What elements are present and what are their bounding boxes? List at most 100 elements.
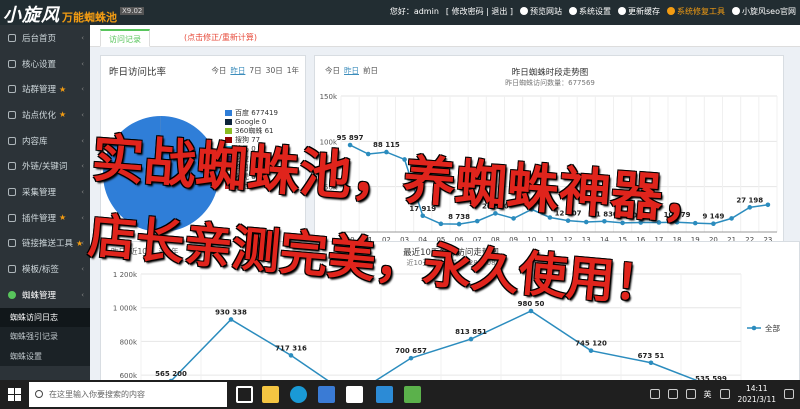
data-label: 745 120 bbox=[575, 340, 607, 348]
chevron-icon: ‹ bbox=[81, 85, 84, 94]
menu-icon bbox=[8, 239, 16, 248]
pie-slice bbox=[103, 116, 220, 232]
legend-swatch bbox=[225, 127, 232, 134]
recalculate-link[interactable]: (点击修正/重新计算) bbox=[176, 29, 265, 47]
data-point bbox=[692, 220, 698, 226]
sidebar-item[interactable]: 站点优化 ★ ‹ bbox=[0, 102, 90, 128]
sidebar-subitem[interactable]: 蜘蛛强引记录 bbox=[0, 327, 90, 347]
data-point bbox=[711, 221, 716, 227]
sidebar-item-label: 插件管理 bbox=[22, 213, 57, 224]
settings-link[interactable]: 系统设置 bbox=[569, 6, 611, 17]
top-bar: 小旋风 万能蜘蛛池 X9.02 您好：admin [ 修改密码 | 退出 ] 预… bbox=[0, 0, 800, 26]
task-view-icon[interactable] bbox=[236, 386, 253, 403]
store-icon[interactable] bbox=[318, 386, 335, 403]
taskbar-search-box[interactable]: 在这里输入你要搜索的内容 bbox=[29, 382, 227, 407]
data-point bbox=[347, 142, 353, 148]
sidebar-item[interactable]: 链接推送工具 ★ ‹ bbox=[0, 231, 90, 257]
file-explorer-icon[interactable] bbox=[262, 386, 279, 403]
sidebar-item-label: 蜘蛛管理 bbox=[22, 290, 57, 301]
data-label: 20 510 bbox=[482, 202, 509, 210]
data-point bbox=[420, 213, 426, 219]
data-label: 930 338 bbox=[215, 308, 247, 316]
sidebar-item[interactable]: 外链/关键词 ‹ bbox=[0, 153, 90, 179]
data-label: 11 830 bbox=[591, 210, 618, 218]
legend-item[interactable]: 百度 677419 bbox=[225, 108, 278, 117]
clock[interactable]: 14:11 2021/3/11 bbox=[738, 383, 776, 405]
sidebar-item-label: 外链/关键词 bbox=[22, 162, 68, 173]
sidebar-item[interactable]: 蜘蛛管理 ‹ bbox=[0, 282, 90, 308]
legend-marker bbox=[751, 325, 757, 331]
sidebar-item[interactable]: 内容库 ‹ bbox=[0, 128, 90, 154]
windows-start-icon[interactable] bbox=[8, 388, 21, 401]
data-label: 17 919 bbox=[409, 205, 436, 213]
menu-icon bbox=[8, 162, 16, 171]
app-window-icon[interactable] bbox=[346, 386, 363, 403]
green-app-icon[interactable] bbox=[404, 386, 421, 403]
volume-icon[interactable] bbox=[685, 389, 696, 399]
data-point bbox=[648, 360, 654, 366]
data-label: 95 897 bbox=[337, 134, 364, 142]
chevron-icon: ‹ bbox=[81, 110, 84, 119]
sidebar-item-label: 核心设置 bbox=[22, 59, 57, 70]
sidebar-item[interactable]: 核心设置 ‹ bbox=[0, 51, 90, 77]
data-point bbox=[547, 215, 553, 220]
official-site-link[interactable]: 小旋风seo官网 bbox=[732, 6, 796, 17]
sidebar-subitem[interactable]: 蜘蛛访问日志 bbox=[0, 307, 90, 328]
chevron-icon: ‹ bbox=[81, 213, 84, 222]
menu-icon bbox=[8, 265, 16, 274]
network-icon[interactable] bbox=[667, 389, 678, 399]
keyboard-icon[interactable] bbox=[719, 389, 730, 399]
mail-icon[interactable] bbox=[376, 386, 393, 403]
sidebar-item[interactable]: 后台首页 ‹ bbox=[0, 25, 90, 51]
chevron-icon: ‹ bbox=[81, 290, 84, 299]
menu-icon bbox=[8, 290, 16, 299]
refresh-icon bbox=[618, 7, 627, 15]
repair-tool-link[interactable]: 系统修复工具 bbox=[667, 6, 725, 17]
data-point bbox=[620, 220, 625, 226]
sidebar-subitem[interactable]: 蜘蛛设置 bbox=[0, 347, 90, 367]
chevron-icon: ‹ bbox=[81, 187, 84, 196]
system-tray: 英 14:11 2021/3/11 bbox=[649, 383, 794, 405]
sidebar-item[interactable]: 站群管理 ★ ‹ bbox=[0, 76, 90, 102]
edge-browser-icon[interactable] bbox=[290, 386, 307, 403]
update-cache-link[interactable]: 更新缓存 bbox=[618, 6, 660, 17]
clock-date: 2021/3/11 bbox=[737, 395, 776, 404]
taskbar-search-placeholder: 在这里输入你要搜索的内容 bbox=[49, 390, 145, 399]
legend-swatch bbox=[225, 146, 232, 153]
data-point bbox=[384, 149, 389, 155]
y-tick-label: 800k bbox=[120, 338, 138, 346]
legend-swatch bbox=[225, 183, 232, 190]
menu-icon bbox=[8, 85, 16, 94]
sidebar-item-label: 模板/标签 bbox=[22, 265, 59, 276]
sidebar: 后台首页 ‹ 核心设置 ‹ 站群管理 ★ ‹ 站点优化 ★ ‹ 内容库 ‹ 外链/关键词 ‹ 采集管理 ‹ 插件… bbox=[0, 25, 90, 380]
data-point bbox=[638, 220, 644, 225]
sidebar-item[interactable]: 插件管理 ★ ‹ bbox=[0, 205, 90, 231]
sidebar-submenu: 蜘蛛访问日志 蜘蛛强引记录 蜘蛛设置 bbox=[0, 307, 90, 367]
data-point bbox=[674, 219, 680, 225]
app-logo[interactable]: 小旋风 万能蜘蛛池 X9.02 bbox=[3, 1, 145, 26]
data-point bbox=[493, 211, 498, 216]
account-links[interactable]: [ 修改密码 | 退出 ] bbox=[446, 6, 513, 17]
hourly-panel: 今日 昨日 前日 昨日蜘蛛时段走势图 昨日蜘蛛访问数量：677569 150k 100… bbox=[314, 55, 784, 245]
preview-link[interactable]: 预览网站 bbox=[520, 6, 562, 17]
eye-icon bbox=[520, 7, 529, 15]
legend-item[interactable]: 其他 0 bbox=[225, 182, 278, 191]
sidebar-item[interactable]: 模板/标签 ‹ bbox=[0, 256, 90, 282]
legend-label: 全部 bbox=[765, 323, 780, 333]
notification-icon[interactable] bbox=[784, 389, 794, 399]
tray-app-icon[interactable] bbox=[649, 389, 660, 399]
tab-visit-records[interactable]: 访问记录 bbox=[100, 29, 150, 47]
legend-swatch bbox=[225, 137, 232, 144]
ratio-panel: 昨日访问比率 今日 昨日 7日 30日 1年 百度 677419 Google 0 360蜘… bbox=[100, 55, 306, 245]
home-icon bbox=[732, 7, 741, 15]
repair-tool-label: 系统修复工具 bbox=[677, 7, 726, 16]
menu-icon bbox=[8, 136, 16, 145]
data-label: 10 779 bbox=[664, 211, 691, 219]
sidebar-item[interactable]: 采集管理 ‹ bbox=[0, 179, 90, 205]
version-badge: X9.02 bbox=[120, 7, 145, 15]
legend-swatch bbox=[225, 118, 232, 125]
y-tick-label: 50k bbox=[324, 184, 338, 192]
brand-name: 小旋风 bbox=[3, 5, 60, 26]
ime-indicator[interactable]: 英 bbox=[704, 389, 712, 400]
data-point bbox=[729, 216, 734, 221]
